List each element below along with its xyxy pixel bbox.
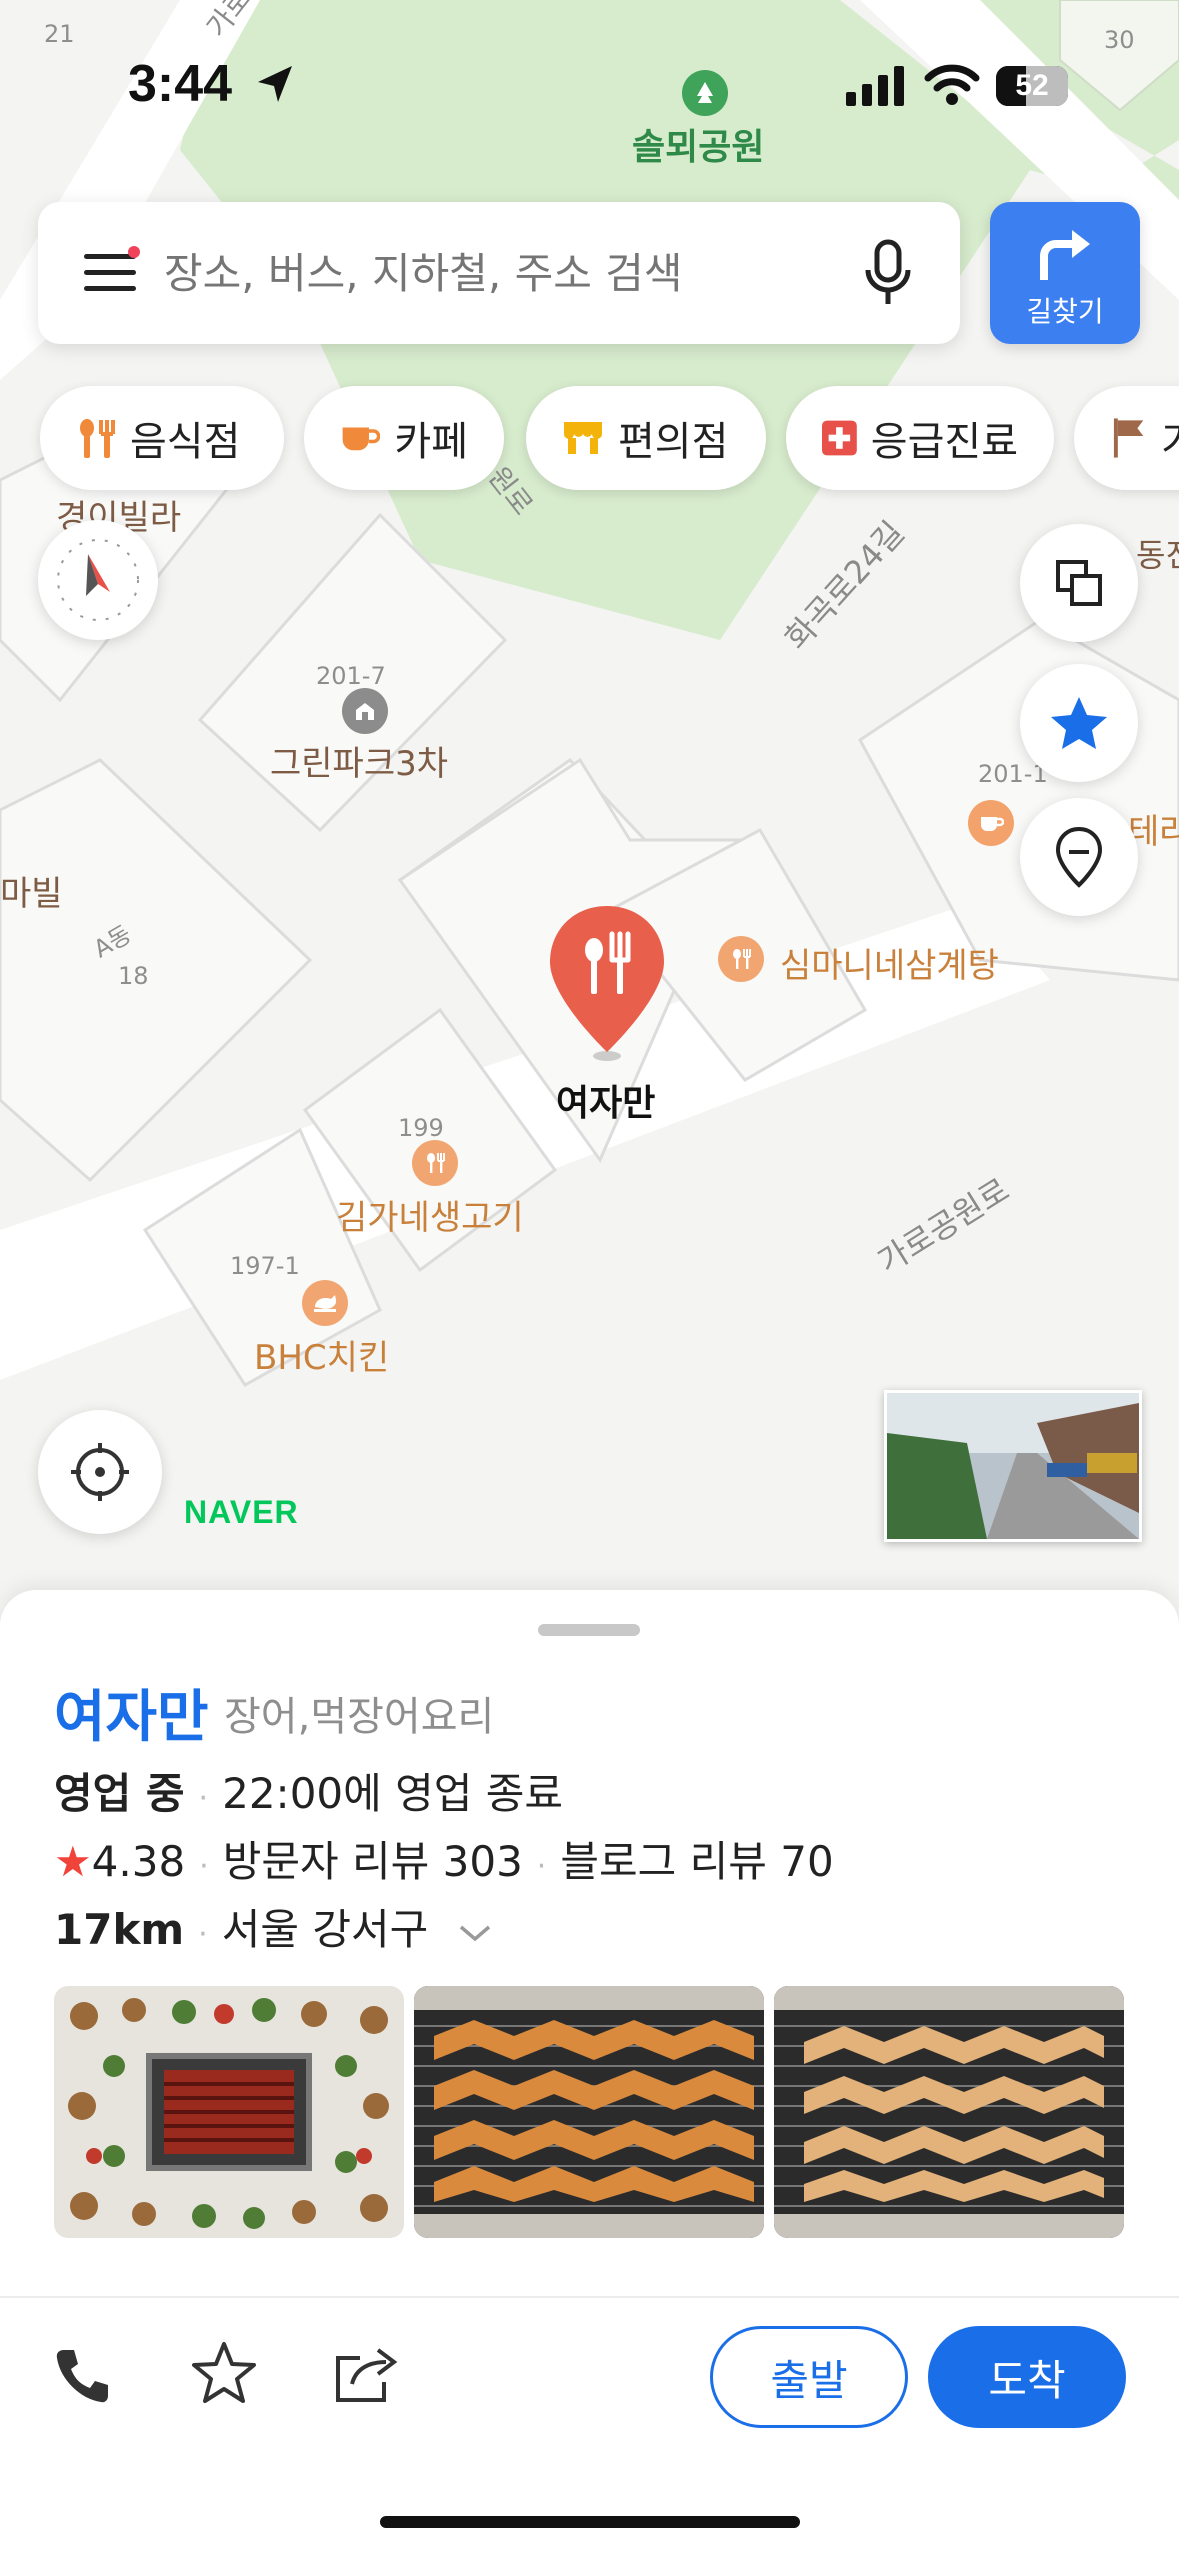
blog-reviews[interactable]: 블로그 리뷰 70 — [560, 1837, 833, 1886]
restaurant-label[interactable]: BHC치킨 — [254, 1330, 389, 1379]
business-hours-row[interactable]: 영업 중 · 22:00에 영업 종료 — [54, 1760, 563, 1821]
directions-arrow-icon — [1040, 230, 1090, 280]
chip-label: 편의점 — [618, 419, 729, 465]
directions-label: 길찾기 — [1026, 295, 1104, 328]
rating-value: 4.38 — [91, 1837, 186, 1886]
battery-icon: 52 — [996, 66, 1068, 106]
location-arrow-icon — [258, 66, 292, 102]
star-outline-icon[interactable] — [190, 2340, 258, 2406]
category-chip-restaurant[interactable]: 음식점 — [40, 386, 284, 490]
place-photo[interactable] — [414, 1986, 764, 2238]
park-label[interactable]: 솔뫼공원 — [632, 118, 764, 170]
cellular-signal-icon — [846, 66, 904, 106]
wifi-icon — [924, 64, 980, 105]
address-label: 30 — [1104, 26, 1135, 54]
category-chip-convenience-store[interactable]: 편의점 — [526, 386, 766, 490]
selected-place-marker[interactable] — [546, 902, 668, 1062]
closing-time: 22:00에 영업 종료 — [222, 1769, 564, 1818]
restaurant-icon — [412, 1140, 458, 1186]
naver-logo: NAVER — [184, 1494, 299, 1530]
open-status: 영업 중 — [54, 1769, 185, 1818]
sheet-drag-handle[interactable] — [538, 1624, 640, 1636]
restaurant-label[interactable]: 김가네생고기 — [336, 1190, 524, 1239]
home-indicator[interactable] — [380, 2516, 800, 2528]
address-label: 18 — [118, 962, 149, 990]
category-chip-more[interactable]: 가 — [1074, 386, 1179, 490]
search-input[interactable] — [162, 232, 866, 314]
compass-button[interactable] — [38, 520, 158, 640]
chip-label: 응급진료 — [870, 419, 1018, 465]
flag-icon — [1113, 418, 1144, 458]
chicken-icon — [302, 1280, 348, 1326]
coffee-icon — [342, 427, 381, 451]
star-filled-icon — [1051, 697, 1107, 749]
place-photo[interactable] — [54, 1986, 404, 2238]
fork-knife-icon — [80, 419, 115, 458]
address-label: 201-7 — [316, 662, 386, 690]
address-label: 197-1 — [230, 1252, 300, 1280]
district: 서울 강서구 — [221, 1905, 429, 1954]
chevron-down-icon[interactable] — [458, 1923, 492, 1943]
chip-label: 카페 — [394, 419, 468, 465]
restaurant-icon — [718, 936, 764, 982]
layers-icon — [1056, 560, 1102, 606]
place-photo[interactable] — [774, 1986, 1124, 2238]
reviews-row[interactable]: ★4.38 · 방문자 리뷰 303 · 블로그 리뷰 70 — [54, 1828, 834, 1889]
rating-star-icon: ★ — [54, 1837, 92, 1886]
building-label[interactable]: 마빌 — [0, 866, 63, 915]
building-icon — [342, 688, 388, 734]
compass-icon — [57, 539, 139, 621]
category-chip-cafe[interactable]: 카페 — [304, 386, 504, 490]
street-view-thumbnail[interactable] — [884, 1390, 1142, 1542]
favorites-button[interactable] — [1020, 664, 1138, 782]
cafe-icon — [968, 800, 1014, 846]
visitor-reviews[interactable]: 방문자 리뷰 303 — [223, 1837, 523, 1886]
chip-label: 음식점 — [130, 419, 241, 465]
selected-place-label[interactable]: 여자만 — [556, 1074, 655, 1126]
arrive-button[interactable]: 도착 — [928, 2326, 1126, 2428]
location-row[interactable]: 17km · 서울 강서구 — [54, 1896, 492, 1957]
location-pin-button[interactable] — [1020, 798, 1138, 916]
depart-button[interactable]: 출발 — [710, 2326, 908, 2428]
address-label: 199 — [398, 1114, 444, 1142]
place-category: 장어,먹장어요리 — [224, 1694, 495, 1740]
category-chip-emergency[interactable]: 응급진료 — [786, 386, 1054, 490]
building-label[interactable]: 동진 — [1136, 530, 1179, 576]
medical-cross-icon — [822, 420, 857, 456]
restaurant-label[interactable]: 심마니네삼계탕 — [780, 938, 999, 987]
divider — [0, 2296, 1179, 2298]
place-title[interactable]: 여자만 — [54, 1672, 209, 1753]
directions-button[interactable]: 길찾기 — [990, 202, 1140, 344]
map-pin-outline-icon — [1055, 826, 1103, 888]
phone-icon[interactable] — [50, 2344, 114, 2408]
park-icon — [682, 70, 728, 116]
crosshair-icon — [71, 1443, 129, 1501]
current-location-button[interactable] — [38, 1410, 162, 1534]
share-icon[interactable] — [332, 2344, 400, 2404]
building-label[interactable]: 그린파크3차 — [270, 736, 448, 785]
chip-label: 가 — [1161, 409, 1179, 467]
battery-level: 52 — [1015, 69, 1049, 102]
status-time: 3:44 — [128, 55, 233, 113]
menu-icon[interactable] — [82, 246, 142, 298]
search-bar[interactable] — [38, 202, 960, 344]
layers-button[interactable] — [1020, 524, 1138, 642]
microphone-icon[interactable] — [860, 238, 916, 310]
address-label: 21 — [44, 20, 75, 48]
store-icon — [564, 422, 602, 454]
distance: 17km — [54, 1905, 185, 1954]
